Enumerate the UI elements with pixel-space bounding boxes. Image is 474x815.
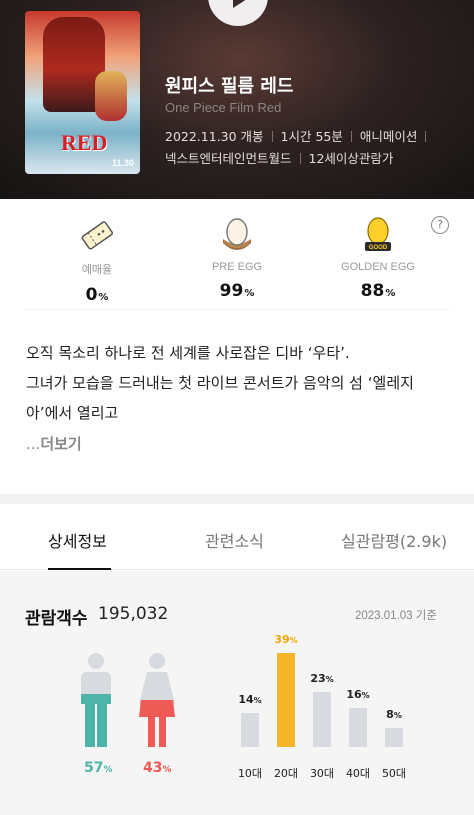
- play-trailer-button[interactable]: [208, 0, 268, 26]
- distributor: 넥스트엔터테인먼트월드: [165, 151, 292, 166]
- tab-news[interactable]: 관련소식: [205, 528, 264, 552]
- stat-value: 88%: [360, 281, 396, 301]
- male-percent: 57%: [84, 760, 113, 776]
- detail-tabs: 상세정보 관련소식 실관람평(2.9k): [0, 504, 474, 570]
- golden-egg-icon: GOOD: [308, 215, 448, 253]
- age-bar-1: [241, 713, 259, 747]
- age-bar-value: 16%: [346, 688, 370, 701]
- release-date: 2022.11.30 개봉: [165, 129, 264, 144]
- synopsis-line: 아’에서 열리고: [26, 404, 119, 422]
- runtime: 1시간 55분: [280, 129, 343, 144]
- age-bar-label: 30대: [309, 767, 335, 780]
- stat-label: 예매율: [81, 264, 113, 276]
- divider: [425, 131, 427, 142]
- good-badge: GOOD: [369, 245, 388, 251]
- stat-pre-egg: PRE EGG 99%: [167, 215, 307, 301]
- movie-title: 원피스 필름 레드: [165, 76, 294, 97]
- age-bar-label: 40대: [345, 767, 371, 780]
- age-bar-2: [277, 653, 295, 747]
- movie-meta-row-1: 2022.11.30 개봉 1시간 55분 애니메이션: [165, 126, 434, 145]
- divider: [299, 153, 301, 164]
- age-bar-value: 23%: [310, 672, 334, 685]
- synopsis-line: 그녀가 모습을 드러내는 첫 라이브 콘서트가 음악의 섬 ‘엘레지: [26, 374, 414, 392]
- divider: [24, 309, 450, 310]
- stat-label: PRE EGG: [211, 261, 263, 273]
- movie-stats: 예매율 0% PRE EGG 99% GOOD GOLDEN EGG 88%: [0, 199, 474, 309]
- more-link[interactable]: ...더보기: [26, 433, 82, 454]
- poster-date: 11.30: [111, 158, 134, 168]
- stat-value: 99%: [219, 281, 255, 301]
- age-bar-value: 8%: [386, 708, 402, 721]
- age-bar-label: 10대: [237, 767, 263, 780]
- audience-basis-date: 2023.01.03 기준: [355, 610, 437, 622]
- active-tab-indicator: [48, 568, 111, 570]
- tab-details[interactable]: 상세정보: [48, 528, 107, 552]
- ticket-icon: [27, 215, 167, 253]
- age-bar-5: [385, 728, 403, 747]
- stat-reservation: 예매율 0%: [27, 215, 167, 305]
- age-bar-label: 20대: [273, 767, 299, 780]
- stat-value: 0%: [85, 285, 109, 305]
- audience-title: 관람객수: [25, 609, 88, 629]
- section-gap: [0, 494, 474, 504]
- genre: 애니메이션: [359, 129, 418, 144]
- poster-character-luffy: [95, 71, 127, 121]
- tab-reviews[interactable]: 실관람평(2.9k): [341, 528, 447, 552]
- movie-original-title: One Piece Film Red: [165, 100, 282, 115]
- egg-icon: [167, 215, 307, 253]
- age-bar-3: [313, 692, 331, 747]
- help-icon[interactable]: ?: [431, 216, 449, 234]
- audience-count: 195,032: [98, 604, 169, 624]
- divider: [350, 131, 352, 142]
- female-figure-icon: [137, 652, 177, 752]
- poster-logo: RED: [61, 130, 108, 155]
- male-figure-icon: [78, 652, 114, 752]
- synopsis-line: 오직 목소리 하나로 전 세계를 사로잡은 디바 ‘우타’.: [26, 344, 350, 362]
- age-bar-value: 14%: [238, 693, 262, 706]
- movie-poster[interactable]: RED 11.30: [25, 11, 140, 174]
- female-percent: 43%: [143, 760, 172, 776]
- stat-golden-egg: GOOD GOLDEN EGG 88%: [308, 215, 448, 301]
- divider: [271, 131, 273, 142]
- movie-meta-row-2: 넥스트엔터테인먼트월드 12세이상관람가: [165, 148, 393, 167]
- age-bar-value: 39%: [274, 633, 298, 646]
- age-bar-4: [349, 708, 367, 747]
- stat-label: GOLDEN EGG: [341, 261, 415, 273]
- age-bar-label: 50대: [381, 767, 407, 780]
- age-rating: 12세이상관람가: [308, 151, 394, 166]
